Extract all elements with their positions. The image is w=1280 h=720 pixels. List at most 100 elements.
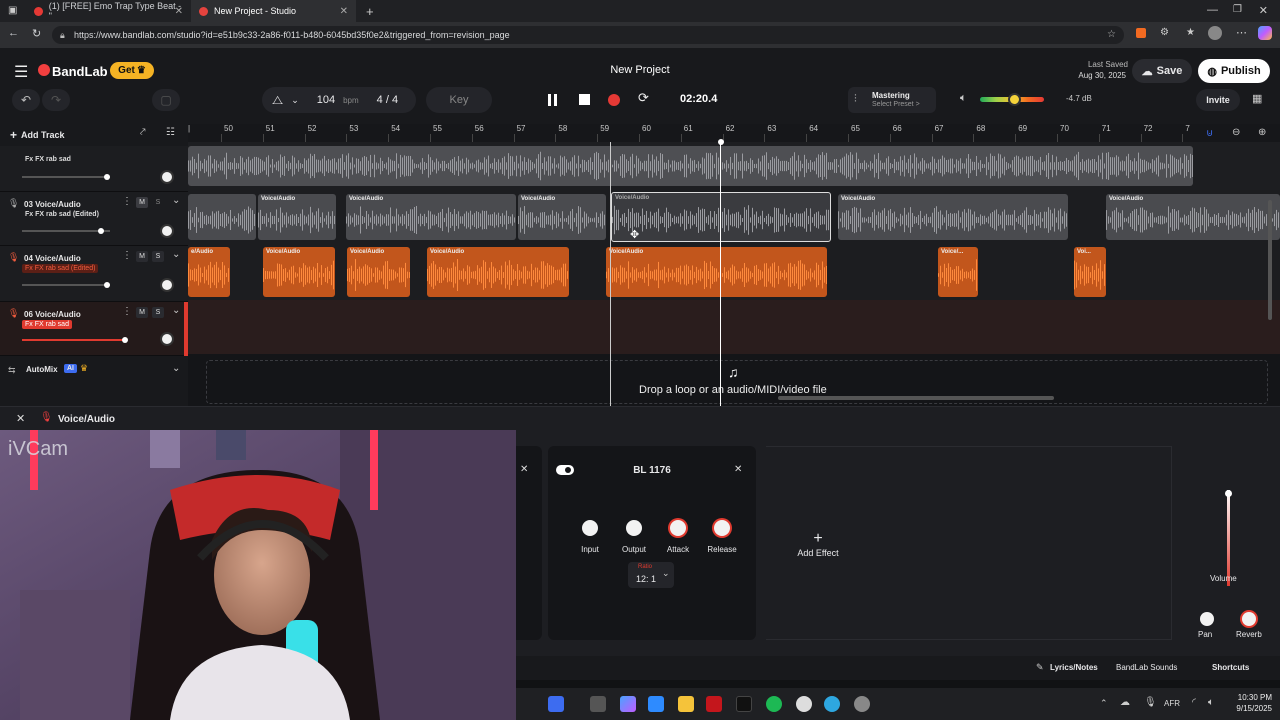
bl1176-effect-card[interactable]: BL 1176 ✕ Input Output Attack Release Ra… — [548, 446, 756, 640]
tempo-control[interactable]: ⧍ ⌄ 104 bpm 4 / 4 — [262, 87, 416, 113]
obs-icon[interactable] — [854, 696, 870, 712]
tab-studio[interactable]: New Project - Studio ✕ — [191, 0, 356, 22]
playhead-handle[interactable] — [718, 139, 724, 145]
pause-button[interactable] — [545, 93, 559, 107]
more-icon[interactable]: ⋯ — [1236, 26, 1247, 39]
store-icon[interactable] — [648, 696, 664, 712]
input-knob[interactable]: Input — [568, 520, 612, 554]
tab-actions-icon[interactable]: ▣ — [8, 5, 17, 16]
track-volume-slider[interactable] — [22, 282, 110, 288]
close-icon[interactable]: ✕ — [734, 464, 742, 475]
wifi-icon[interactable]: ◜ — [1192, 697, 1196, 708]
horizontal-scrollbar[interactable] — [778, 396, 1054, 400]
track-lanes[interactable]: Voice/Audio Voice/Audio Voice/Audio Voic… — [188, 142, 1280, 406]
lane-1[interactable] — [188, 142, 1280, 190]
release-knob[interactable]: Release — [700, 520, 744, 554]
netflix-icon[interactable] — [706, 696, 722, 712]
more-icon[interactable]: ⋮ — [122, 196, 132, 207]
speaker-icon[interactable]: 🔈︎ — [1208, 697, 1214, 708]
refresh-icon[interactable]: ↻ — [32, 27, 41, 40]
close-icon[interactable]: ✕ — [340, 6, 348, 17]
pan-knob[interactable] — [160, 332, 174, 346]
key-button[interactable]: Key — [426, 87, 492, 113]
app-icon[interactable] — [548, 696, 564, 712]
track-header-1[interactable]: Fx FX rab sad — [0, 146, 188, 192]
pan-knob[interactable] — [1200, 612, 1214, 626]
close-icon[interactable]: ✕ — [520, 464, 528, 475]
bandlab-sounds-button[interactable]: BandLab Sounds — [1116, 663, 1177, 672]
lyrics-notes-button[interactable]: Lyrics/Notes — [1050, 663, 1098, 672]
audio-clip[interactable]: Voice/... — [938, 247, 978, 297]
tab-youtube[interactable]: (1) [FREE] Emo Trap Type Beat - " ✕ — [26, 0, 191, 22]
chevron-down-icon[interactable]: ⌄ — [172, 363, 180, 374]
clock-time[interactable]: 10:30 PM — [1218, 693, 1272, 702]
magnet-icon[interactable]: ⊍ — [1206, 128, 1213, 139]
mute-button[interactable]: M — [136, 197, 148, 208]
mastering-button[interactable]: ⫶ Mastering Select Preset > — [848, 87, 936, 113]
close-icon[interactable]: ✕ — [16, 412, 25, 425]
zoom-in-icon[interactable]: ⊕ — [1258, 127, 1266, 138]
track-header-04[interactable]: 🎙︎ 04 Voice/Audio Fx FX rab sad (Edited)… — [0, 246, 188, 302]
vertical-scrollbar[interactable] — [1268, 200, 1272, 320]
audio-clip[interactable] — [188, 146, 1193, 186]
audio-clip[interactable]: e/Audio — [188, 247, 230, 297]
copilot-icon[interactable] — [1258, 26, 1272, 40]
audio-clip[interactable] — [188, 194, 256, 240]
url-field[interactable]: 🔒︎ https://www.bandlab.com/studio?id=e51… — [52, 26, 1124, 44]
calendar-icon[interactable]: ▦ — [1252, 92, 1262, 105]
track-name[interactable]: 06 Voice/Audio — [24, 310, 81, 319]
lane-03[interactable]: Voice/Audio Voice/Audio Voice/Audio Voic… — [188, 190, 1280, 244]
spotify-icon[interactable] — [766, 696, 782, 712]
track-volume-slider[interactable] — [22, 174, 110, 180]
automation-icon[interactable]: ⤤ — [140, 127, 146, 138]
track-name[interactable]: 04 Voice/Audio — [24, 254, 81, 263]
pan-knob[interactable] — [160, 278, 174, 292]
audio-clip[interactable]: Voice/Audio — [518, 194, 606, 240]
loop-tool-button[interactable]: ▢ — [152, 89, 180, 111]
mute-button[interactable]: M — [136, 307, 148, 318]
chevron-down-icon[interactable]: ⌄ — [291, 95, 299, 106]
metronome-icon[interactable]: ⧍ — [272, 93, 283, 108]
invite-button[interactable]: Invite — [1196, 89, 1240, 111]
clock-date[interactable]: 9/15/2025 — [1218, 704, 1272, 713]
audio-clip[interactable]: Voi... — [1074, 247, 1106, 297]
playhead[interactable] — [720, 142, 721, 406]
more-icon[interactable]: ⋮ — [122, 250, 132, 261]
get-membership-button[interactable]: Get ♛ — [110, 62, 154, 79]
stop-button[interactable] — [579, 94, 590, 105]
audio-clip[interactable]: Voice/Audio — [606, 247, 827, 297]
lane-04[interactable]: e/Audio Voice/Audio Voice/Audio Voice/Au… — [188, 244, 1280, 300]
solo-button[interactable]: S — [152, 251, 164, 262]
add-effect-button[interactable]: + Add Effect — [786, 530, 850, 558]
publish-button[interactable]: ◍ Publish — [1198, 59, 1270, 83]
output-knob[interactable]: Output — [612, 520, 656, 554]
time-signature[interactable]: 4 / 4 — [377, 94, 398, 106]
undo-button[interactable]: ↶ — [12, 89, 40, 111]
cloud-icon[interactable]: ☁ — [1120, 697, 1130, 708]
favorites-icon[interactable]: ★ — [1186, 27, 1195, 38]
automix-row[interactable]: ⇆ AutoMix AI ♛ ⌄ — [0, 356, 188, 386]
track-volume-slider[interactable] — [22, 337, 128, 343]
chevron-down-icon[interactable]: ⌄ — [172, 249, 180, 260]
redo-button[interactable]: ↷ — [42, 89, 70, 111]
speaker-mute-icon[interactable]: 🔈︎ — [960, 92, 967, 105]
edge-icon[interactable] — [824, 696, 840, 712]
close-icon[interactable]: ✕ — [175, 6, 183, 17]
lane-06[interactable] — [188, 300, 1280, 354]
profile-avatar[interactable] — [1208, 26, 1222, 40]
audio-clip[interactable]: Voice/Audio — [838, 194, 1068, 240]
back-icon[interactable]: ← — [8, 27, 19, 39]
track-settings-icon[interactable]: ☷ — [166, 127, 175, 138]
menu-icon[interactable]: ☰ — [14, 62, 28, 82]
file-explorer-icon[interactable] — [678, 696, 694, 712]
track-header-06[interactable]: 🎙︎ 06 Voice/Audio Fx FX rab sad ⋮ M S ⌄ — [0, 302, 188, 356]
track-volume-slider[interactable] — [22, 228, 110, 234]
ratio-select[interactable]: Ratio 12: 1 ⌄ — [628, 562, 674, 588]
more-icon[interactable]: ⋮ — [122, 306, 132, 317]
shortcuts-button[interactable]: Shortcuts — [1212, 663, 1249, 672]
save-button[interactable]: ☁ Save — [1132, 59, 1192, 83]
previous-effect-card[interactable]: ✕ — [516, 446, 542, 640]
track-name[interactable]: 03 Voice/Audio — [24, 200, 81, 209]
new-tab-button[interactable]: + — [366, 4, 374, 19]
attack-knob[interactable]: Attack — [656, 520, 700, 554]
